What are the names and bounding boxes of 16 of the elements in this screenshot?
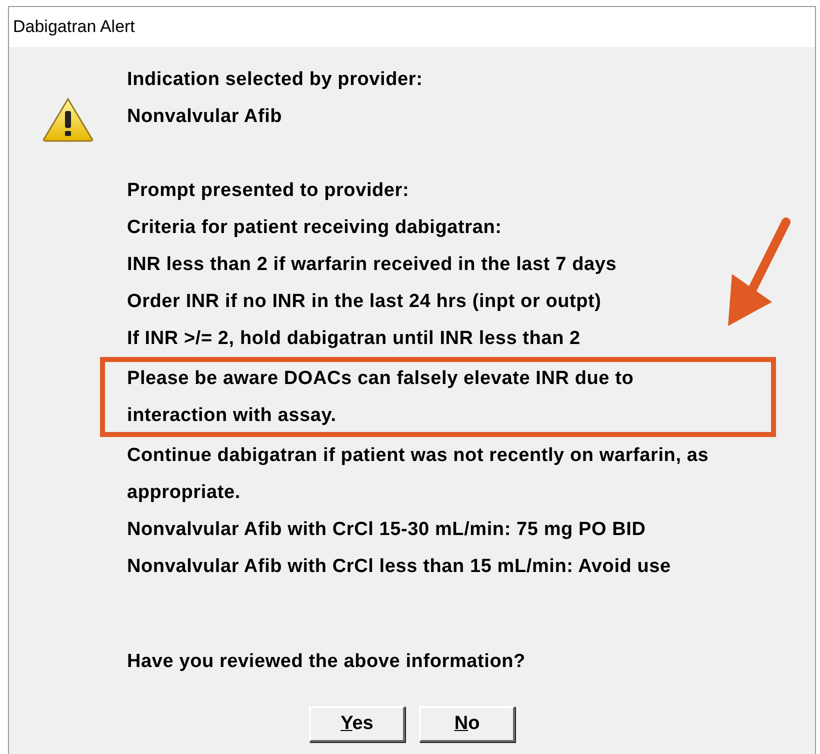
message-line: Nonvalvular Afib with CrCl less than 15 mL/min: Avoid use: [127, 555, 672, 579]
dialog-button[interactable]: Yes: [309, 706, 405, 742]
warning-icon: [42, 97, 94, 143]
message-line: Indication selected by provider:: [127, 68, 424, 92]
window-title: Dabigatran Alert: [13, 16, 135, 38]
question-text: Have you reviewed the above information?: [127, 650, 526, 674]
highlighted-line: Please be aware DOACs can falsely elevate INR due to interaction with assay.: [127, 367, 635, 428]
message-line: If INR >/= 2, hold dabigatran until INR less than 2: [127, 327, 582, 351]
message-line: Criteria for patient receiving dabigatran:: [127, 216, 503, 240]
message-line: Prompt presented to provider:: [127, 179, 410, 203]
message-line: Nonvalvular Afib with CrCl 15-30 mL/min: 75 mg PO BID: [127, 518, 647, 542]
message-line: Continue dabigatran if patient was not recently on warfarin, as appropriate.: [127, 444, 710, 505]
dialog-button[interactable]: No: [419, 706, 515, 742]
message-line: Nonvalvular Afib: [127, 105, 284, 129]
message-line: Order INR if no INR in the last 24 hrs (inpt or outpt): [127, 290, 602, 314]
message-line: INR less than 2 if warfarin received in the last 7 days: [127, 253, 618, 277]
